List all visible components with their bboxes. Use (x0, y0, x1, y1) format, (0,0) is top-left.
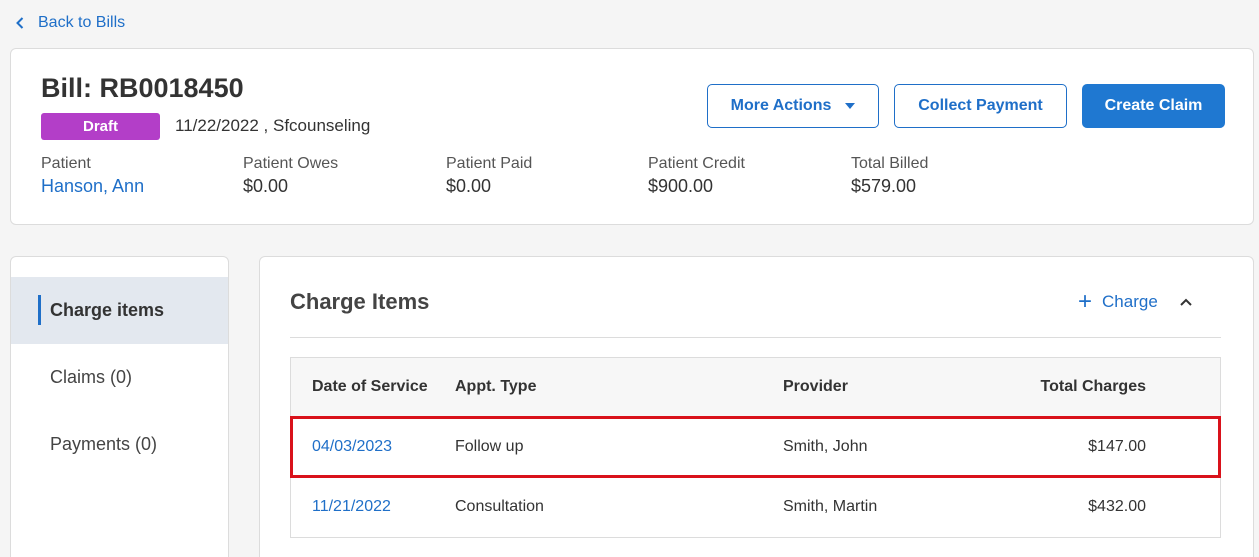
bill-meta: 11/22/2022 , Sfcounseling (175, 116, 371, 135)
summary-label: Total Billed (851, 155, 929, 172)
charge-items-card: Charge Items + Charge Date of Service Ap… (259, 256, 1254, 557)
table-row[interactable]: 04/03/2023 Follow up Smith, John $147.00 (290, 416, 1221, 478)
summary-label: Patient (41, 155, 91, 172)
summary-patient-owes: Patient Owes $0.00 (243, 155, 338, 197)
divider (290, 337, 1221, 338)
summary-label: Patient Credit (648, 155, 745, 172)
summary-patient-paid: Patient Paid $0.00 (446, 155, 532, 197)
summary-label: Patient Owes (243, 155, 339, 172)
bill-header-card: Bill: RB0018450 Draft 11/22/2022 , Sfcou… (10, 48, 1254, 225)
add-charge-button[interactable]: + Charge (1078, 290, 1158, 314)
sidebar-item-claims[interactable]: Claims (0) (11, 344, 228, 411)
more-actions-button[interactable]: More Actions (707, 84, 879, 128)
add-charge-label: Charge (1102, 292, 1158, 311)
column-header[interactable]: Provider (783, 378, 983, 396)
summary-value: $0.00 (243, 176, 289, 196)
back-label: Back to Bills (38, 14, 126, 31)
sidebar-item-payments[interactable]: Payments (0) (11, 411, 228, 478)
bill-sidebar: Charge items Claims (0) Payments (0) (10, 256, 229, 557)
column-header[interactable]: Date of Service (291, 378, 455, 396)
more-actions-label: More Actions (730, 97, 832, 114)
collapse-section-button[interactable] (1180, 293, 1192, 311)
caret-down-icon (845, 103, 856, 109)
summary-label: Patient Paid (446, 155, 533, 172)
date-of-service-link[interactable]: 11/21/2022 (291, 498, 455, 516)
create-claim-button[interactable]: Create Claim (1082, 84, 1225, 128)
summary-value: $0.00 (446, 176, 492, 196)
chevron-left-icon (16, 17, 24, 29)
provider: Smith, Martin (783, 498, 878, 515)
appt-type: Consultation (455, 498, 544, 515)
patient-name-link[interactable]: Hanson, Ann (41, 176, 144, 197)
collect-payment-button[interactable]: Collect Payment (894, 84, 1067, 128)
column-header[interactable]: Appt. Type (455, 378, 783, 396)
chevron-up-icon (1180, 298, 1192, 306)
back-to-bills-link[interactable]: Back to Bills (16, 14, 125, 32)
summary-patient: Patient Hanson, Ann (41, 155, 144, 197)
status-badge: Draft (41, 113, 160, 140)
table-header: Date of Service Appt. Type Provider Tota… (291, 358, 1220, 417)
plus-icon: + (1078, 288, 1093, 315)
total-charges: $147.00 (1088, 437, 1146, 455)
section-title: Charge Items (290, 289, 430, 314)
sidebar-item-charge-items[interactable]: Charge items (11, 277, 228, 344)
provider: Smith, John (783, 437, 868, 455)
summary-patient-credit: Patient Credit $900.00 (648, 155, 745, 197)
table-row[interactable]: 11/21/2022 Consultation Smith, Martin $4… (291, 477, 1220, 537)
column-header[interactable]: Total Charges (983, 378, 1147, 396)
appt-type: Follow up (455, 437, 524, 455)
summary-value: $900.00 (648, 176, 714, 196)
summary-total-billed: Total Billed $579.00 (851, 155, 928, 197)
date-of-service-link[interactable]: 04/03/2023 (291, 438, 455, 456)
bill-title: Bill: RB0018450 (41, 73, 244, 103)
summary-value: $579.00 (851, 176, 917, 196)
total-charges: $432.00 (1088, 498, 1146, 515)
charge-items-table: Date of Service Appt. Type Provider Tota… (290, 357, 1221, 538)
